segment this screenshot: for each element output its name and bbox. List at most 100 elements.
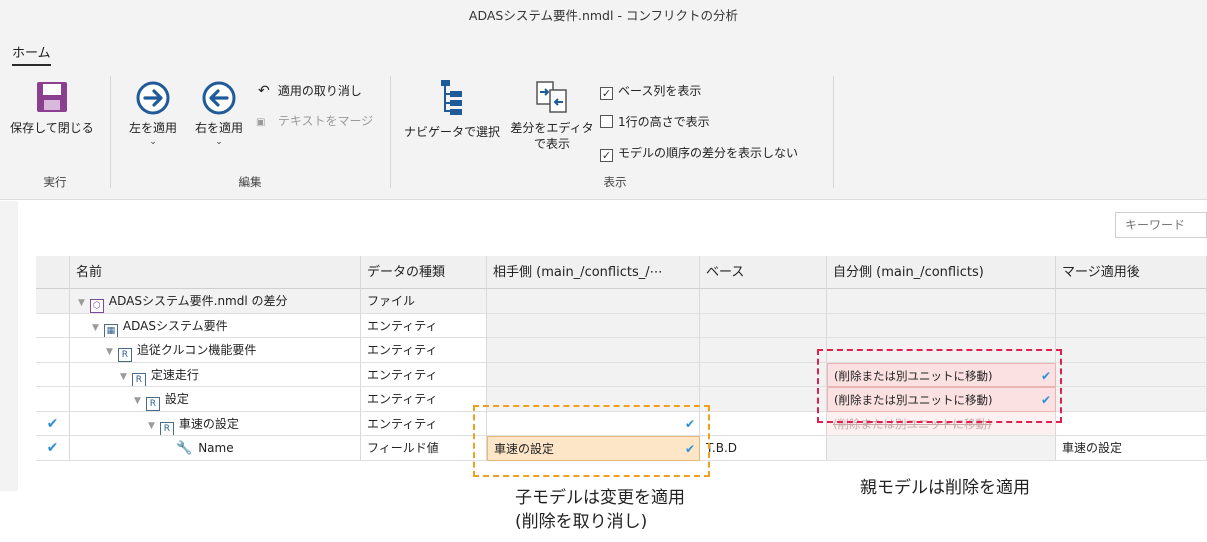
file-cube-icon: ⬡	[89, 299, 104, 313]
diff-editor-label-1: 差分をエディタ	[510, 121, 594, 135]
row-check[interactable]: ✔	[36, 411, 70, 436]
base-cell: T.B.D	[700, 436, 827, 461]
base-cell	[700, 289, 827, 314]
type-cell: エンティティ	[361, 411, 487, 436]
group-label-edit: 編集	[238, 175, 262, 189]
row-check	[36, 387, 70, 412]
checkbox-unchecked-icon	[600, 115, 613, 128]
requirement-icon: R	[117, 348, 132, 362]
parent-annotation: 親モデルは削除を適用	[860, 478, 1030, 498]
separator	[833, 76, 834, 188]
wrench-icon: 🔧	[176, 441, 193, 456]
tab-home[interactable]: ホーム	[12, 42, 51, 66]
arrow-left-circle-icon	[202, 81, 236, 115]
merge-text-button[interactable]: ▣ テキストをマージ	[256, 112, 373, 130]
hide-order-diff-checkbox[interactable]: ✓ モデルの順序の差分を表示しない	[600, 144, 798, 162]
checkbox-checked-icon: ✓	[600, 87, 613, 100]
check-icon: ✔	[46, 415, 59, 432]
apply-left-button[interactable]: 左を適用 ⌄	[120, 80, 186, 148]
row-check	[36, 362, 70, 387]
base-cell	[700, 411, 827, 436]
separator	[110, 76, 111, 188]
group-label-execute: 実行	[43, 175, 67, 189]
undo-apply-label: 適用の取り消し	[277, 84, 362, 98]
type-cell: エンティティ	[361, 387, 487, 412]
expand-triangle-icon[interactable]: ▼	[78, 298, 85, 308]
merged-cell	[1056, 289, 1207, 314]
theirs-cell	[487, 289, 700, 314]
theirs-cell	[487, 313, 700, 338]
show-base-checkbox[interactable]: ✓ ベース列を表示	[600, 82, 701, 100]
name-cell: ▼ R 設定	[70, 387, 361, 412]
diff-editor-icon	[536, 81, 567, 113]
child-highlight-box	[473, 405, 710, 477]
apply-right-label: 右を適用	[194, 121, 243, 135]
merged-cell: 車速の設定	[1056, 436, 1207, 461]
base-cell	[700, 387, 827, 412]
expand-triangle-icon[interactable]: ▼	[92, 323, 99, 333]
expand-triangle-icon[interactable]: ▼	[106, 347, 113, 357]
apply-right-button[interactable]: 右を適用 ⌄	[186, 80, 252, 148]
type-cell: エンティティ	[361, 338, 487, 363]
theirs-cell	[487, 338, 700, 363]
merge-text-icon: ▣	[256, 117, 266, 128]
header-theirs[interactable]: 相手側 (main_/conflicts_/⋯	[487, 256, 700, 289]
name-cell: ▼ R 車速の設定	[70, 411, 361, 436]
check-icon: ✔	[46, 440, 59, 456]
requirement-icon: R	[159, 421, 174, 436]
name-cell: ▼ ▦ ADASシステム要件	[70, 313, 361, 338]
merged-cell	[1056, 338, 1207, 363]
merge-text-label: テキストをマージ	[277, 114, 374, 128]
type-cell: エンティティ	[361, 362, 487, 387]
undo-icon: ↶	[258, 83, 270, 99]
search-input[interactable]	[1115, 212, 1207, 238]
row-check[interactable]: ✔	[36, 436, 70, 461]
diff-editor-label-2: で表示	[533, 137, 570, 151]
diff-editor-button[interactable]: 差分をエディタ で表示	[506, 80, 598, 152]
save-close-button[interactable]: 保存して閉じる	[4, 80, 100, 136]
requirement-icon: R	[131, 372, 146, 387]
expand-triangle-icon[interactable]: ▼	[120, 372, 127, 382]
undo-apply-button[interactable]: ↶ 適用の取り消し	[258, 82, 362, 100]
header-name[interactable]: 名前	[70, 256, 361, 289]
package-icon: ▦	[103, 323, 118, 338]
mine-cell	[827, 313, 1056, 338]
chevron-down-icon: ⌄	[215, 137, 223, 147]
child-annotation-line1: 子モデルは変更を適用	[515, 488, 685, 508]
navigator-select-button[interactable]: ナビゲータで選択	[400, 78, 504, 140]
row-check	[36, 289, 70, 314]
header-mine[interactable]: 自分側 (main_/conflicts)	[827, 256, 1056, 289]
merged-cell	[1056, 313, 1207, 338]
header-merged[interactable]: マージ適用後	[1056, 256, 1207, 289]
name-cell: ▼ R 追従クルコン機能要件	[70, 338, 361, 363]
window-title: ADASシステム要件.nmdl - コンフリクトの分析	[0, 0, 1207, 32]
parent-highlight-box	[817, 349, 1062, 423]
separator	[390, 76, 391, 188]
header-check	[36, 256, 70, 289]
header-type[interactable]: データの種類	[361, 256, 487, 289]
group-label-view: 表示	[603, 175, 627, 189]
merged-cell	[1056, 362, 1207, 387]
row-check	[36, 313, 70, 338]
name-cell: 🔧 Name	[70, 436, 361, 461]
one-line-height-checkbox[interactable]: 1行の高さで表示	[600, 113, 710, 131]
expand-triangle-icon[interactable]: ▼	[134, 396, 141, 406]
arrow-right-circle-icon	[136, 81, 170, 115]
name-cell: ▼ ⬡ ADASシステム要件.nmdl の差分	[70, 289, 361, 314]
expand-triangle-icon[interactable]: ▼	[148, 421, 155, 431]
type-cell: フィールド値	[361, 436, 487, 461]
type-cell: エンティティ	[361, 313, 487, 338]
base-cell	[700, 362, 827, 387]
base-cell	[700, 338, 827, 363]
mine-cell	[827, 436, 1056, 461]
header-base[interactable]: ベース	[700, 256, 827, 289]
row-check	[36, 338, 70, 363]
apply-left-label: 左を適用	[128, 121, 177, 135]
child-annotation-line2: (削除を取り消し)	[515, 512, 648, 532]
mine-cell	[827, 289, 1056, 314]
show-base-label: ベース列を表示	[618, 84, 702, 98]
base-cell	[700, 313, 827, 338]
child-annotation: 子モデルは変更を適用 (削除を取り消し)	[515, 486, 685, 534]
navigator-select-label: ナビゲータで選択	[403, 125, 500, 139]
hide-order-diff-label: モデルの順序の差分を表示しない	[618, 146, 799, 160]
